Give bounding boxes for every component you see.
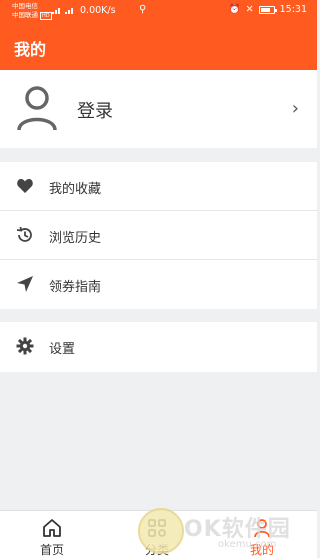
user-icon [254,519,270,538]
signal-icon-2 [65,8,73,14]
alarm-icon: ⏰ [228,4,241,15]
avatar-icon [17,86,57,131]
battery-icon [258,5,277,14]
home-icon [43,519,61,537]
signal-icon [52,8,60,14]
login-label: 登录 [77,101,113,122]
app-header: 我的 [0,22,317,70]
menu-label-settings: 设置 [49,342,76,357]
gear-icon [16,337,34,355]
menu-label-history: 浏览历史 [49,231,102,246]
page-title: 我的 [14,40,47,59]
mute-icon: ✕ [245,4,254,15]
bottom-tab-bar: 首页 分类 我的 [0,510,317,558]
tab-category-label: 分类 [144,543,169,557]
usb-icon: ⚲ [139,4,147,15]
menu-item-favorites[interactable]: 我的收藏 [0,162,317,211]
menu-label-favorites: 我的收藏 [49,182,102,197]
tab-home-label: 首页 [39,543,64,557]
signal-icons [52,6,75,14]
category-grid-icon [148,519,166,537]
status-bar: 中国电信 中国联通 HD 0.00K/s ⚲ ⏰ ✕ 15:31 [0,0,317,22]
clock: 15:31 [279,4,307,15]
menu-item-history[interactable]: 浏览历史 [0,211,317,260]
menu-label-coupon-guide: 领券指南 [49,280,102,295]
carrier-2: 中国联通 [12,11,38,19]
chevron-right-icon: › [291,98,299,119]
menu-group-settings: 设置 [0,322,317,372]
status-right: ⏰ ✕ 15:31 [229,4,307,15]
network-speed: 0.00K/s [80,5,116,16]
menu-group-main: 我的收藏 浏览历史 领券指南 [0,162,317,309]
menu-item-coupon-guide[interactable]: 领券指南 [0,260,317,309]
history-icon [16,226,32,242]
login-row[interactable]: 登录 › [0,70,317,148]
tab-home[interactable]: 首页 [12,511,92,558]
tab-category[interactable]: 分类 [117,511,197,558]
tab-mine[interactable]: 我的 [222,511,302,558]
carrier-info: 中国电信 中国联通 HD [12,2,52,20]
carrier-1: 中国电信 [12,2,38,10]
heart-icon [17,179,33,193]
menu-item-settings[interactable]: 设置 [0,322,317,371]
navigation-arrow-icon [17,276,33,292]
hd-badge: HD [40,11,52,20]
tab-mine-label: 我的 [249,543,274,557]
